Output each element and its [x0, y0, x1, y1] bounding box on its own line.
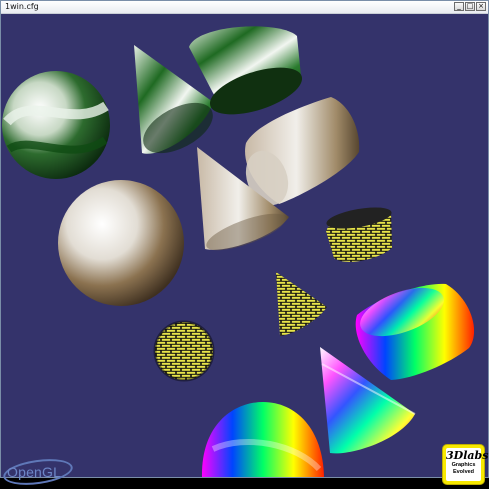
close-button[interactable]: ×: [476, 2, 486, 11]
title-bar[interactable]: 1win.cfg _ □ ×: [1, 1, 488, 14]
scene-canvas: [2, 26, 475, 477]
brick-cone: [276, 272, 327, 336]
maximize-button[interactable]: □: [465, 2, 475, 11]
3dlabs-logo-panel: 3Dlabs Graphics Evolved: [446, 448, 489, 481]
3dlabs-tagline-2: Evolved: [452, 468, 475, 475]
3dlabs-logo-mark: 3Dlabs: [446, 449, 489, 462]
minimize-button[interactable]: _: [454, 2, 464, 11]
window-controls: _ □ ×: [454, 2, 486, 11]
opengl-viewport[interactable]: OpenGL 3Dlabs Graphics Evolved: [1, 14, 488, 489]
app-window: 1win.cfg _ □ × OpenGL 3Dlabs Graphics Ev…: [0, 0, 489, 489]
brick-sphere: [153, 320, 215, 382]
tan-sphere: [58, 180, 184, 306]
green-sphere: [2, 71, 110, 179]
brick-cylinder: [326, 207, 392, 262]
rainbow-cylinder: [355, 283, 475, 380]
window-title: 1win.cfg: [5, 2, 39, 11]
3dlabs-logo: 3Dlabs Graphics Evolved: [442, 444, 489, 485]
rainbow-sphere: [201, 402, 324, 477]
